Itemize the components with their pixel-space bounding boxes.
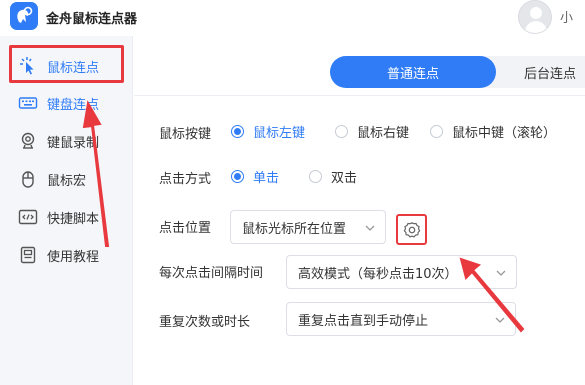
tutorial-icon [18, 245, 38, 265]
click-mode-radio-group: 单击 双击 [231, 167, 381, 186]
tab-normal-click[interactable]: 普通连点 [330, 56, 496, 88]
sidebar-item-label: 鼠标宏 [47, 173, 87, 189]
repeat-select[interactable]: 重复点击直到手动停止 [286, 302, 516, 336]
mouse-icon [18, 169, 38, 189]
keyboard-icon [18, 93, 38, 113]
click-position-label: 点击位置 [159, 221, 212, 236]
repeat-label: 重复次数或时长 [159, 315, 251, 330]
mouse-button-label: 鼠标按键 [159, 127, 212, 142]
app-logo-icon [10, 2, 38, 30]
tab-switch: 普通连点 后台连点 [330, 56, 585, 88]
user-name[interactable]: 小 [560, 7, 573, 26]
radio-double-click[interactable]: 双击 [309, 167, 357, 186]
gear-icon [403, 221, 420, 238]
avatar[interactable] [518, 0, 552, 34]
chevron-down-icon [496, 270, 506, 276]
click-position-value: 鼠标光标所在位置 [242, 221, 347, 237]
app-title: 金舟鼠标连点器 [46, 12, 138, 27]
sidebar-item-label: 键鼠录制 [47, 135, 100, 151]
click-position-select[interactable]: 鼠标光标所在位置 [230, 210, 386, 244]
chevron-down-icon [365, 225, 375, 231]
sidebar-item-mouse-macro[interactable]: 鼠标宏 [12, 162, 127, 196]
mouse-button-radio-group: 鼠标左键 鼠标右键 鼠标中键（滚轮） [231, 122, 580, 141]
title-bar: 金舟鼠标连点器 小 [0, 0, 585, 36]
code-icon [18, 207, 38, 227]
interval-label: 每次点击间隔时间 [159, 266, 264, 281]
click-mode-label: 点击方式 [159, 172, 212, 187]
interval-select[interactable]: 高效模式（每秒点击10次） [286, 255, 517, 289]
tab-background-click[interactable]: 后台连点 [502, 56, 585, 88]
record-icon [18, 131, 38, 151]
sidebar: 鼠标连点 键盘连点 键鼠录制 鼠标宏 快捷脚本 使用教程 [0, 36, 133, 385]
repeat-value: 重复点击直到手动停止 [298, 313, 429, 329]
tab-bar: 普通连点 后台连点 [134, 36, 585, 96]
sidebar-item-label: 快捷脚本 [47, 211, 100, 227]
sidebar-item-tutorial[interactable]: 使用教程 [12, 238, 127, 272]
sidebar-item-record[interactable]: 键鼠录制 [12, 124, 127, 158]
main-panel: 普通连点 后台连点 鼠标按键 鼠标左键 鼠标右键 鼠标中键（滚轮） 点击方式 单… [134, 36, 585, 385]
chevron-down-icon [495, 317, 505, 323]
highlight-box [9, 45, 124, 83]
sidebar-item-quick-script[interactable]: 快捷脚本 [12, 200, 127, 234]
sidebar-item-keyboard-click[interactable]: 键盘连点 [12, 86, 127, 120]
sidebar-item-label: 键盘连点 [47, 97, 100, 113]
interval-value: 高效模式（每秒点击10次） [298, 266, 458, 282]
radio-right-button[interactable]: 鼠标右键 [335, 122, 409, 141]
radio-middle-button[interactable]: 鼠标中键（滚轮） [430, 122, 556, 141]
position-settings-button[interactable] [396, 214, 427, 245]
radio-single-click[interactable]: 单击 [231, 167, 279, 186]
radio-left-button[interactable]: 鼠标左键 [231, 122, 305, 141]
sidebar-item-label: 使用教程 [47, 249, 100, 265]
